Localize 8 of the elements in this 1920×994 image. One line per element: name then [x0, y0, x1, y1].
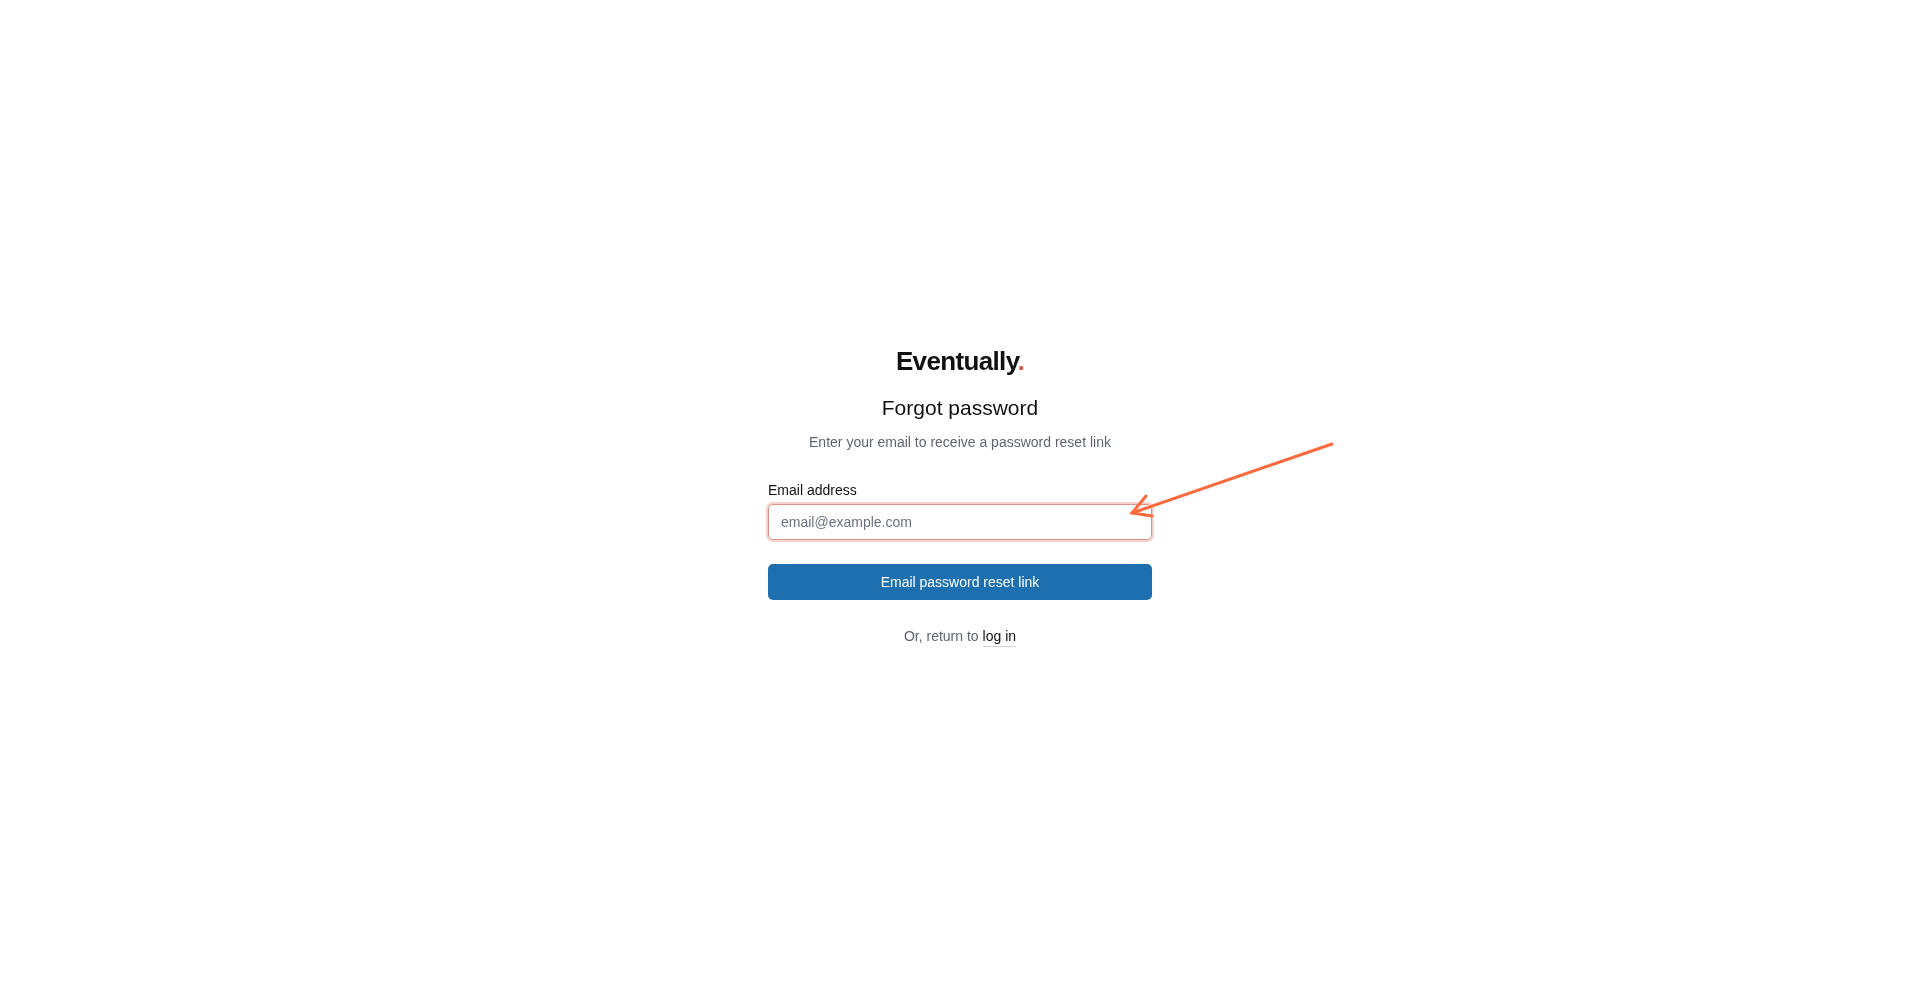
logo: Eventually. [895, 345, 1025, 378]
subtitle: Enter your email to receive a password reset link [809, 433, 1111, 452]
page-heading: Forgot password [881, 395, 1039, 421]
field-label: Email address [768, 481, 858, 500]
log-in-link[interactable]: log in [982, 626, 1017, 647]
footer-text: Or, return to [903, 627, 979, 646]
email-input-field[interactable]: email@example.com [768, 504, 1152, 540]
email-reset-link-button[interactable]: Email password reset link [768, 564, 1152, 600]
